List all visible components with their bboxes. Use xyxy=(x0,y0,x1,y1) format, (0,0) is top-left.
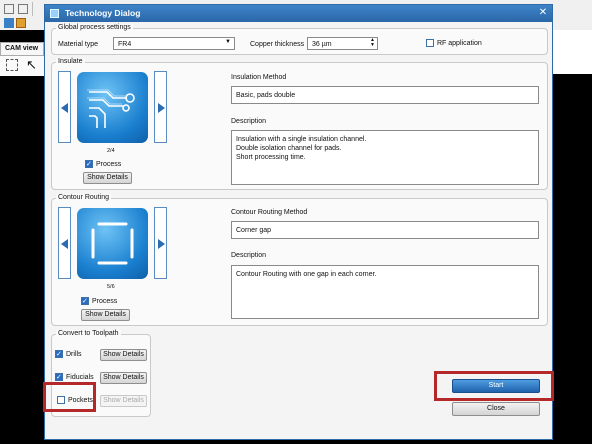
background-panel xyxy=(553,30,592,74)
contour-process-checkbox[interactable] xyxy=(81,297,89,305)
next-contour-button[interactable] xyxy=(154,207,167,279)
start-highlight-box xyxy=(434,371,554,401)
copper-value: 36 µm xyxy=(312,41,332,48)
arrow-right-icon xyxy=(158,239,165,249)
chevron-down-icon: ▼ xyxy=(225,39,231,45)
copper-label: Copper thickness xyxy=(250,41,305,48)
material-select[interactable]: FR4 ▼ xyxy=(113,37,235,50)
rf-label: RF application xyxy=(437,40,482,47)
process-label: Process xyxy=(96,161,122,168)
pockets-highlight-box xyxy=(43,382,96,412)
contour-preview-icon xyxy=(77,208,148,279)
material-label: Material type xyxy=(58,41,99,48)
circuit-trace-icon xyxy=(87,89,135,128)
drills-show-details-button[interactable]: Show Details xyxy=(100,349,147,361)
description-line: Contour Routing with one gap in each cor… xyxy=(236,271,377,278)
insulation-preview-icon xyxy=(77,72,148,143)
description-heading: Description xyxy=(231,252,267,259)
group-title: Contour Routing xyxy=(56,194,111,201)
background-canvas-right xyxy=(553,74,592,444)
global-settings-group: Global process settings Material type FR… xyxy=(51,24,548,55)
cam-view-tab[interactable]: CAM view xyxy=(0,42,44,56)
insulation-method-heading: Insulation Method xyxy=(231,74,287,81)
dialog-title: Technology Dialog xyxy=(65,8,141,18)
material-value: FR4 xyxy=(118,41,132,48)
previous-contour-button[interactable] xyxy=(58,207,71,279)
description-line: Short processing time. xyxy=(236,154,306,162)
layer-icon[interactable] xyxy=(4,18,14,28)
group-title: Global process settings xyxy=(56,24,133,31)
layer-icon[interactable] xyxy=(16,18,26,28)
pointer-icon[interactable]: ↖ xyxy=(26,58,37,72)
process-label: Process xyxy=(92,298,118,305)
insulation-description-box: Insulation with a single insulation chan… xyxy=(231,130,539,185)
fiducials-label: Fiducials xyxy=(66,374,94,381)
select-area-icon[interactable] xyxy=(6,59,18,71)
drills-checkbox[interactable] xyxy=(55,350,63,358)
close-icon[interactable]: ✕ xyxy=(537,7,549,19)
insulate-process-checkbox[interactable] xyxy=(85,160,93,168)
previous-insulation-button[interactable] xyxy=(58,71,71,143)
description-heading: Description xyxy=(231,118,267,125)
insulate-show-details-button[interactable]: Show Details xyxy=(83,172,132,184)
description-line: Insulation with a single insulation chan… xyxy=(236,136,367,143)
rf-application-checkbox[interactable] xyxy=(426,39,434,47)
copper-thickness-spinner[interactable]: 36 µm ▲ ▼ xyxy=(307,37,378,50)
drills-label: Drills xyxy=(66,351,82,358)
description-line: Double isolation channel for pads. xyxy=(236,145,342,153)
page-indicator: 2/4 xyxy=(107,148,115,154)
tool-icon[interactable] xyxy=(4,4,14,14)
app-icon xyxy=(50,9,59,18)
group-title: Convert to Toolpath xyxy=(56,330,121,337)
page-indicator: 5/6 xyxy=(107,284,115,290)
contour-method-heading: Contour Routing Method xyxy=(231,209,308,216)
background-canvas xyxy=(0,30,44,444)
fiducials-show-details-button[interactable]: Show Details xyxy=(100,372,147,384)
group-title: Insulate xyxy=(56,58,85,65)
tool-icon[interactable] xyxy=(18,4,28,14)
arrow-left-icon xyxy=(61,103,68,113)
pockets-show-details-button[interactable]: Show Details xyxy=(100,395,147,407)
technology-dialog: Technology Dialog ✕ Global process setti… xyxy=(43,4,554,440)
contour-method-field[interactable]: Corner gap xyxy=(231,221,539,239)
next-insulation-button[interactable] xyxy=(154,71,167,143)
contour-description-box: Contour Routing with one gap in each cor… xyxy=(231,265,539,319)
arrow-left-icon xyxy=(61,239,68,249)
title-bar[interactable]: Technology Dialog ✕ xyxy=(45,5,552,22)
contour-routing-group: Contour Routing 5/6 Process Show Details… xyxy=(51,194,548,326)
spinner-arrows-icon[interactable]: ▲ ▼ xyxy=(370,38,375,48)
toolbar-separator xyxy=(32,2,33,16)
background-tools: ↖ xyxy=(0,56,44,76)
close-button[interactable]: Close xyxy=(452,402,540,416)
arrow-right-icon xyxy=(158,103,165,113)
insulate-group: Insulate 2/4 ✓ Process Show Details Insu… xyxy=(51,58,548,190)
insulation-method-field[interactable]: Basic, pads double xyxy=(231,86,539,104)
corner-gap-icon xyxy=(91,222,134,265)
contour-show-details-button[interactable]: Show Details xyxy=(81,309,130,321)
fiducials-checkbox[interactable] xyxy=(55,373,63,381)
